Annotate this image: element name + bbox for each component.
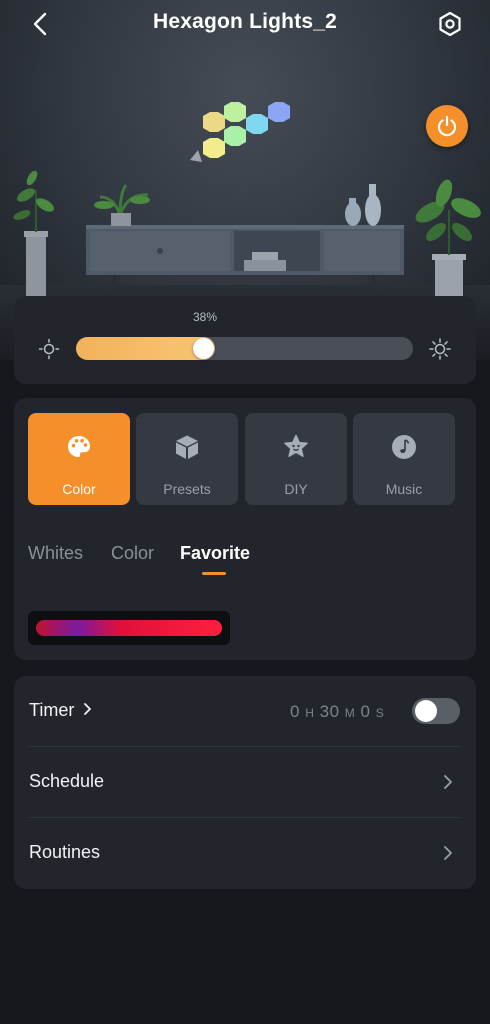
- hexagon-settings-icon: [439, 11, 461, 37]
- subtab-color[interactable]: Color: [111, 543, 154, 564]
- timer-seconds-unit: S: [375, 706, 385, 720]
- mode-card: Color Presets DIY Music Whites Color Fav…: [14, 398, 476, 660]
- top-bar: Hexagon Lights_2: [0, 0, 490, 48]
- mode-tab-label: Color: [62, 481, 96, 497]
- mode-tab-label: Presets: [163, 481, 211, 497]
- star-icon: [284, 434, 308, 457]
- brightness-slider[interactable]: [76, 337, 413, 360]
- mode-tab-diy[interactable]: DIY: [245, 413, 347, 505]
- power-icon: [437, 115, 457, 137]
- mode-tab-music[interactable]: Music: [353, 413, 455, 505]
- palette-icon: [68, 436, 90, 457]
- mode-tab-label: Music: [385, 481, 423, 497]
- timer-row[interactable]: Timer 0 H 30 M 0 S: [14, 676, 476, 747]
- timer-seconds: 0: [360, 702, 371, 721]
- favorite-color-swatch[interactable]: [28, 611, 230, 645]
- mode-tab-label: DIY: [284, 481, 308, 497]
- brightness-card: 38%: [14, 296, 476, 384]
- hexagon-panels-illustration: [190, 102, 290, 162]
- favorite-gradient-bar: [36, 620, 222, 636]
- brightness-low-icon: [38, 338, 60, 360]
- subtab-favorite[interactable]: Favorite: [180, 543, 250, 564]
- timer-hours-unit: H: [305, 706, 315, 720]
- routines-label: Routines: [29, 842, 101, 862]
- routines-row[interactable]: Routines: [14, 818, 476, 889]
- timer-duration: 0 H 30 M 0 S: [290, 702, 384, 722]
- chevron-right-icon: [444, 775, 452, 789]
- music-note-icon: [392, 435, 416, 459]
- brightness-slider-thumb[interactable]: [193, 338, 214, 359]
- timer-label-text: Timer: [29, 700, 75, 720]
- cube-icon: [176, 435, 198, 459]
- chevron-right-icon: [84, 703, 92, 715]
- tv-cabinet-illustration: [86, 184, 404, 293]
- timer-minutes-unit: M: [344, 706, 356, 720]
- mode-tab-color[interactable]: Color: [28, 413, 130, 505]
- timer-hours: 0: [290, 702, 300, 721]
- settings-card: Timer 0 H 30 M 0 S Schedule Routines: [14, 676, 476, 889]
- brightness-high-icon: [429, 338, 451, 360]
- left-plant-illustration: [13, 170, 55, 296]
- chevron-right-icon: [444, 846, 452, 860]
- settings-button[interactable]: [434, 8, 466, 40]
- schedule-row[interactable]: Schedule: [14, 747, 476, 818]
- timer-toggle-knob: [415, 700, 437, 722]
- subtab-whites[interactable]: Whites: [28, 543, 83, 564]
- schedule-label: Schedule: [29, 771, 105, 791]
- brightness-percent: 38%: [192, 310, 218, 324]
- power-button[interactable]: [426, 105, 468, 147]
- timer-toggle[interactable]: [412, 698, 460, 724]
- mode-tab-presets[interactable]: Presets: [136, 413, 238, 505]
- page-title: Hexagon Lights_2: [152, 10, 338, 33]
- timer-minutes: 30: [319, 702, 340, 721]
- right-plant-illustration: [415, 179, 481, 296]
- timer-label[interactable]: Timer: [29, 700, 92, 721]
- subtab-active-indicator: [202, 572, 226, 575]
